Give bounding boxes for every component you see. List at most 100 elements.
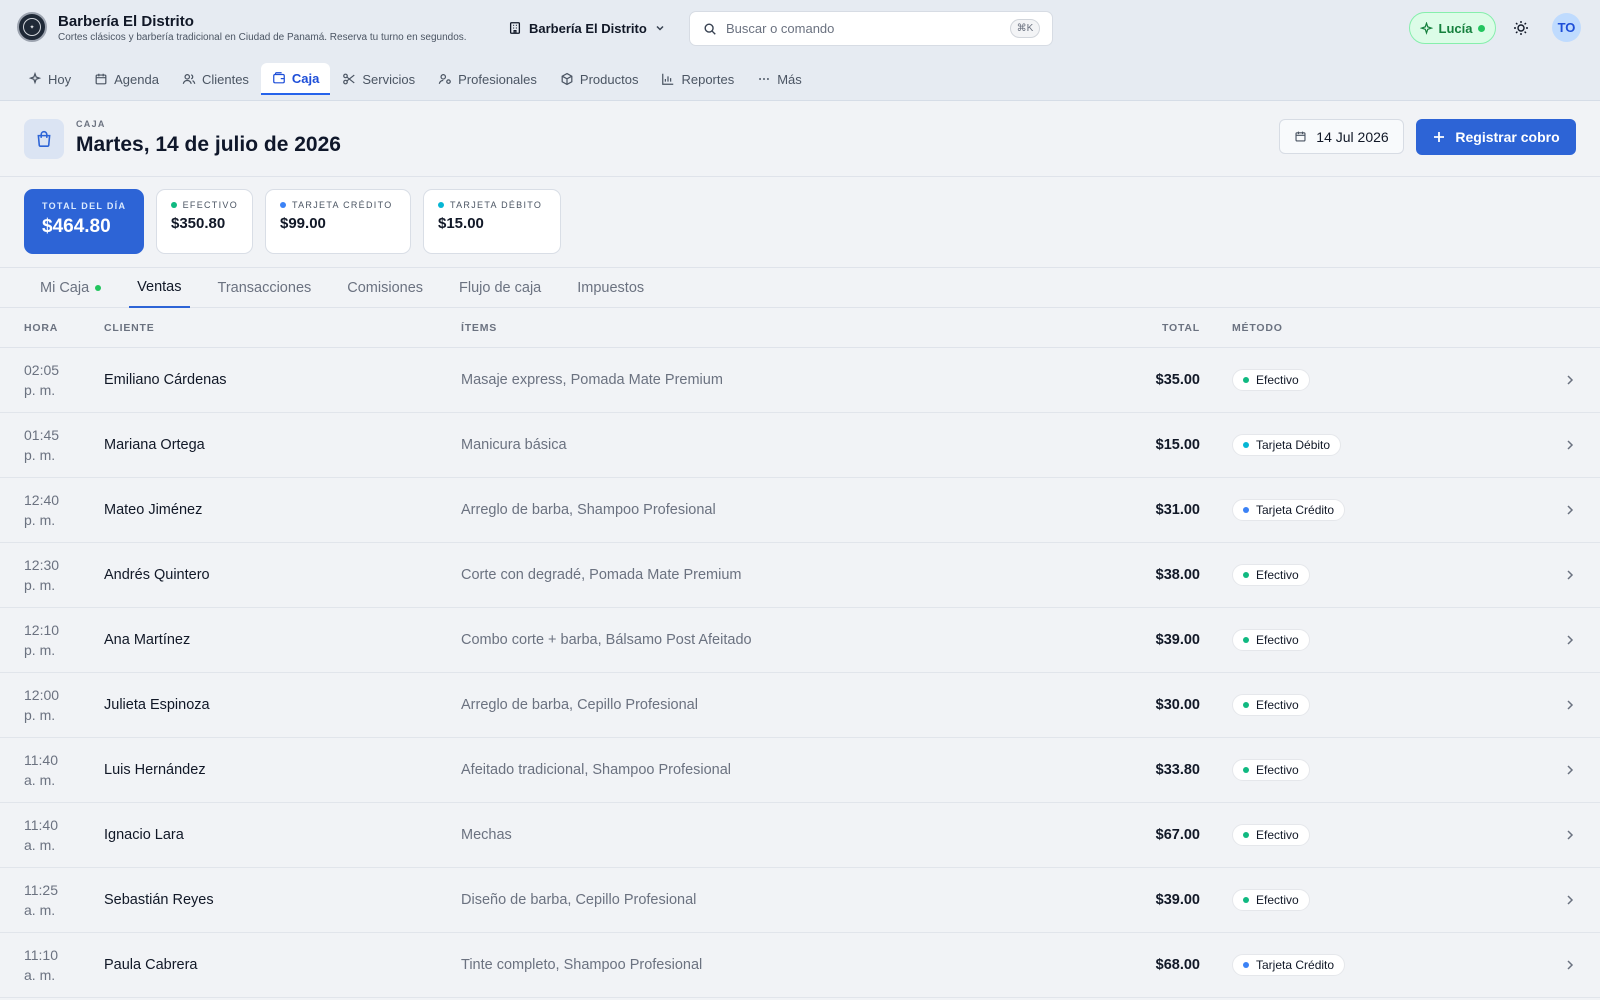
row-open-button[interactable]	[1540, 438, 1600, 452]
items-text: Corte con degradé, Pomada Mate Premium	[461, 567, 742, 583]
nav-item-hoy[interactable]: Hoy	[17, 63, 82, 95]
table-body: 02:05 p. m. Emiliano Cárdenas Masaje exp…	[0, 348, 1600, 998]
nav-item-servicios[interactable]: Servicios	[331, 63, 426, 95]
nav-item-reportes[interactable]: Reportes	[650, 63, 745, 95]
brand-logo[interactable]: ✦	[17, 12, 47, 42]
time-period: p. m.	[24, 382, 56, 398]
method-dot	[1243, 507, 1249, 513]
nav-item-caja[interactable]: Caja	[260, 63, 331, 95]
payment-method-badge: Efectivo	[1232, 824, 1310, 846]
nav-item-mas[interactable]: Más	[746, 63, 813, 95]
row-open-button[interactable]	[1540, 958, 1600, 972]
active-indicator-dot	[95, 285, 102, 291]
nav-label: Clientes	[201, 71, 249, 87]
column-header-items[interactable]: ÍTEMS	[461, 322, 1081, 334]
search-box[interactable]: ⌘K	[689, 11, 1053, 46]
cash-register-icon	[24, 119, 64, 159]
time-value: 12:10	[24, 622, 60, 638]
time-cell: 11:40 a. m.	[0, 750, 104, 790]
nav-item-agenda[interactable]: Agenda	[83, 63, 170, 95]
scissors-icon	[343, 73, 356, 85]
credit-dot	[280, 202, 286, 208]
time-period: p. m.	[24, 447, 56, 463]
register-payment-label: Registrar cobro	[1455, 129, 1560, 145]
table-row[interactable]: 11:40 a. m. Luis Hernández Afeitado trad…	[0, 738, 1600, 803]
nav-label: Más	[777, 71, 802, 87]
payment-method-badge: Tarjeta Débito	[1232, 434, 1342, 456]
cash-dot	[171, 202, 177, 208]
chevron-right-icon	[1567, 505, 1574, 515]
shortcut-badge: ⌘K	[1010, 19, 1040, 38]
theme-toggle-button[interactable]	[1508, 15, 1534, 41]
assistant-button[interactable]: Lucía	[1409, 12, 1496, 44]
method-dot	[1243, 832, 1249, 838]
items-text: Arreglo de barba, Shampoo Profesional	[461, 502, 716, 518]
row-open-button[interactable]	[1540, 893, 1600, 907]
column-header-hora[interactable]: HORA	[0, 318, 104, 338]
row-open-button[interactable]	[1540, 568, 1600, 582]
client-name: Paula Cabrera	[104, 957, 198, 973]
total-amount: $31.00	[1155, 502, 1200, 518]
table-row[interactable]: 11:40 a. m. Ignacio Lara Mechas $67.00 E…	[0, 803, 1600, 868]
table-row[interactable]: 12:10 p. m. Ana Martínez Combo corte + b…	[0, 608, 1600, 673]
method-cell: Efectivo	[1200, 694, 1540, 716]
table-row[interactable]: 12:30 p. m. Andrés Quintero Corte con de…	[0, 543, 1600, 608]
table-row[interactable]: 11:10 a. m. Paula Cabrera Tinte completo…	[0, 933, 1600, 998]
table-header: HORA CLIENTE ÍTEMS TOTAL MÉTODO	[0, 308, 1600, 348]
method-label: Tarjeta Crédito	[1256, 503, 1335, 517]
row-open-button[interactable]	[1540, 633, 1600, 647]
tab-ventas[interactable]: Ventas	[129, 268, 190, 308]
tab-mi-caja[interactable]: Mi Caja	[24, 268, 117, 308]
total-amount: $39.00	[1155, 892, 1200, 908]
tab-label: Mi Caja	[40, 280, 90, 296]
method-dot	[1243, 767, 1249, 773]
column-header-cliente[interactable]: CLIENTE	[104, 322, 461, 334]
branch-selector[interactable]: Barbería El Distrito	[508, 17, 666, 39]
brand-name: Barbería El Distrito	[58, 13, 194, 30]
row-open-button[interactable]	[1540, 373, 1600, 387]
time-period: a. m.	[24, 772, 56, 788]
user-avatar[interactable]: TO	[1552, 13, 1581, 42]
row-open-button[interactable]	[1540, 763, 1600, 777]
client-name: Ana Martínez	[104, 632, 191, 648]
nav-item-productos[interactable]: Productos	[549, 63, 650, 95]
debit-dot	[438, 202, 444, 208]
more-icon	[759, 78, 770, 80]
page-header: CAJA Martes, 14 de julio de 2026 14 Jul …	[0, 101, 1600, 177]
total-day-value: $464.80	[42, 216, 111, 237]
table-row[interactable]: 12:40 p. m. Mateo Jiménez Arreglo de bar…	[0, 478, 1600, 543]
column-header-total[interactable]: TOTAL	[1081, 322, 1200, 334]
assistant-label: Lucía	[1438, 20, 1473, 36]
time-cell: 02:05 p. m.	[0, 360, 104, 400]
nav-item-profesionales[interactable]: Profesionales	[427, 63, 548, 95]
method-label: Efectivo	[1256, 373, 1299, 387]
payment-method-badge: Efectivo	[1232, 564, 1310, 586]
chevron-right-icon	[1567, 960, 1574, 970]
method-dot	[1243, 572, 1249, 578]
chevron-right-icon	[1567, 830, 1574, 840]
table-row[interactable]: 01:45 p. m. Mariana Ortega Manicura bási…	[0, 413, 1600, 478]
table-row[interactable]: 02:05 p. m. Emiliano Cárdenas Masaje exp…	[0, 348, 1600, 413]
row-open-button[interactable]	[1540, 828, 1600, 842]
cash-tabs: Mi Caja Ventas Transacciones Comisiones …	[0, 267, 1600, 308]
column-header-metodo[interactable]: MÉTODO	[1200, 322, 1540, 334]
nav-item-clientes[interactable]: Clientes	[171, 63, 260, 95]
tab-flujo-de-caja[interactable]: Flujo de caja	[443, 268, 557, 308]
row-open-button[interactable]	[1540, 503, 1600, 517]
register-payment-button[interactable]: Registrar cobro	[1416, 119, 1576, 155]
row-open-button[interactable]	[1540, 698, 1600, 712]
table-row[interactable]: 12:00 p. m. Julieta Espinoza Arreglo de …	[0, 673, 1600, 738]
tab-transacciones[interactable]: Transacciones	[202, 268, 328, 308]
time-cell: 01:45 p. m.	[0, 425, 104, 465]
tab-comisiones[interactable]: Comisiones	[331, 268, 439, 308]
date-picker-button[interactable]: 14 Jul 2026	[1279, 119, 1404, 154]
sparkle-icon	[28, 72, 42, 85]
tab-impuestos[interactable]: Impuestos	[561, 268, 660, 308]
items-text: Arreglo de barba, Cepillo Profesional	[461, 697, 698, 713]
calendar-icon	[1295, 131, 1306, 142]
method-cell: Tarjeta Crédito	[1200, 954, 1540, 976]
search-input[interactable]	[726, 21, 1006, 36]
calendar-icon	[95, 73, 107, 85]
client-name: Emiliano Cárdenas	[104, 372, 227, 388]
table-row[interactable]: 11:25 a. m. Sebastián Reyes Diseño de ba…	[0, 868, 1600, 933]
